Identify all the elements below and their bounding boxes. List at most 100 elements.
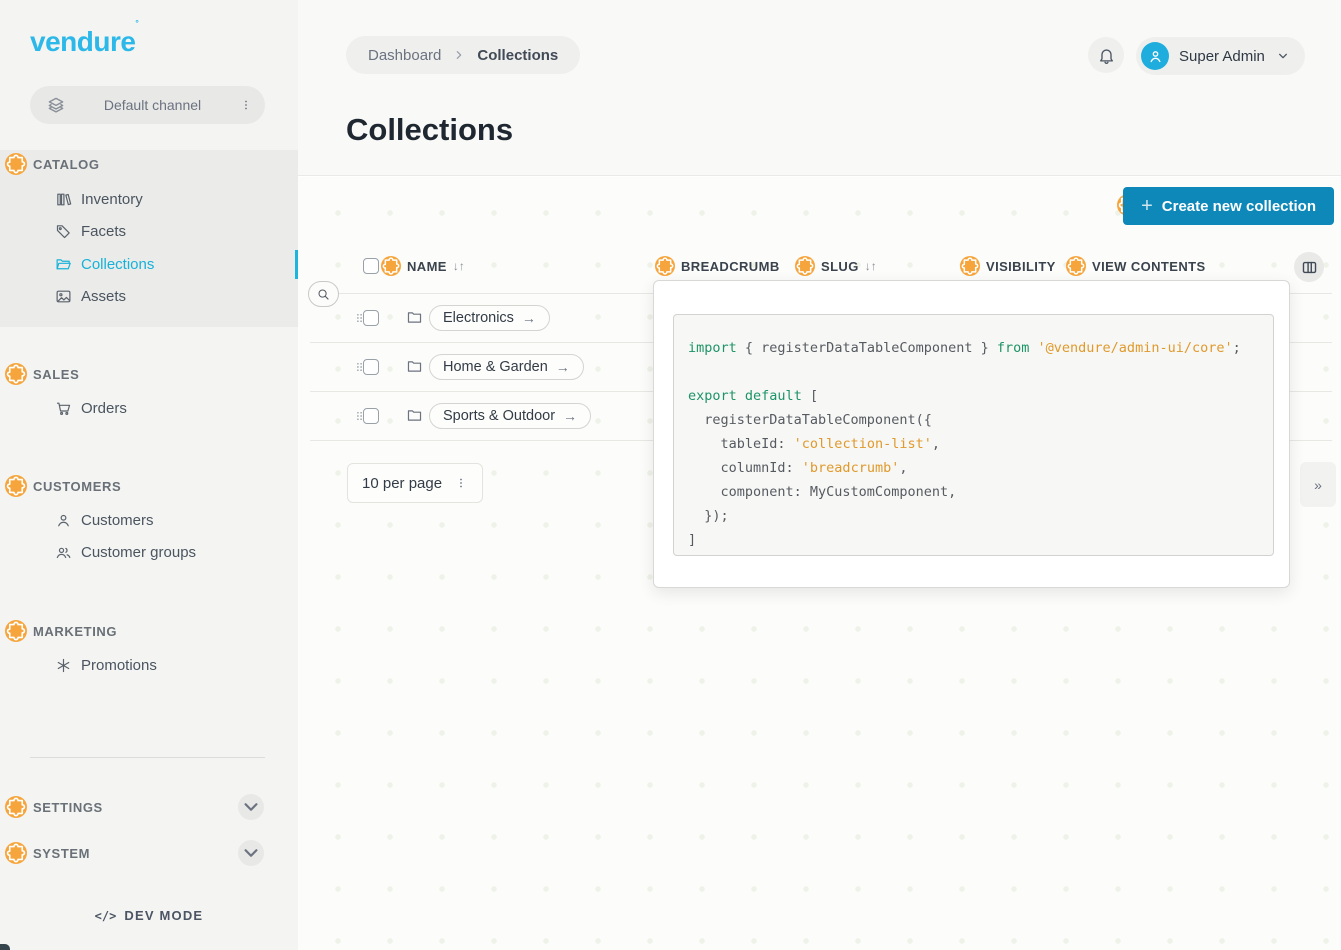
sidebar-section-marketing: MARKETING bbox=[0, 619, 298, 643]
items-per-page-select[interactable]: 10 per page bbox=[347, 463, 483, 503]
expand-section-button[interactable] bbox=[238, 840, 264, 866]
books-icon bbox=[55, 191, 72, 208]
dev-badge-icon[interactable] bbox=[5, 153, 27, 175]
column-label: VIEW CONTENTS bbox=[1092, 259, 1206, 274]
vendure-logo[interactable]: vendure˚ bbox=[30, 26, 139, 58]
section-label: CUSTOMERS bbox=[33, 479, 121, 494]
folder-icon bbox=[406, 358, 423, 375]
sidebar-item-facets[interactable]: Facets bbox=[0, 217, 298, 245]
user-name: Super Admin bbox=[1179, 48, 1265, 65]
chevron-down-icon bbox=[1275, 48, 1291, 64]
sort-icon[interactable]: ↓↑ bbox=[865, 259, 877, 273]
plus-icon: + bbox=[1141, 196, 1153, 216]
kebab-icon[interactable] bbox=[239, 96, 253, 114]
sidebar-item-customer-groups[interactable]: Customer groups bbox=[0, 538, 298, 566]
sidebar-item-label: Collections bbox=[81, 256, 154, 273]
user-menu[interactable]: Super Admin bbox=[1136, 37, 1305, 75]
asterisk-icon bbox=[55, 657, 72, 674]
column-settings-button[interactable] bbox=[1294, 252, 1324, 282]
column-header-slug: SLUG ↓↑ bbox=[795, 253, 877, 279]
channel-selector[interactable]: Default channel bbox=[30, 86, 265, 124]
breadcrumb-dashboard[interactable]: Dashboard bbox=[368, 47, 441, 64]
sidebar-item-assets[interactable]: Assets bbox=[0, 282, 298, 310]
sidebar-item-label: Facets bbox=[81, 223, 126, 240]
code-line bbox=[688, 360, 1273, 384]
search-icon bbox=[316, 287, 331, 302]
dev-badge-icon[interactable] bbox=[5, 475, 27, 497]
arrow-right-icon: → bbox=[556, 359, 570, 375]
dev-badge-icon[interactable] bbox=[5, 796, 27, 818]
kebab-icon bbox=[454, 474, 468, 492]
bell-icon bbox=[1097, 46, 1116, 65]
sidebar-item-orders[interactable]: Orders bbox=[0, 394, 298, 422]
code-line: tableId: 'collection-list', bbox=[688, 432, 1273, 456]
search-button[interactable] bbox=[308, 281, 339, 307]
main-area: Dashboard Collections Super Admin Collec… bbox=[298, 0, 1341, 950]
dev-badge-icon[interactable] bbox=[5, 620, 27, 642]
code-line: component: MyCustomComponent, bbox=[688, 480, 1273, 504]
sidebar-item-inventory[interactable]: Inventory bbox=[0, 185, 298, 213]
dev-badge-icon[interactable] bbox=[795, 256, 815, 276]
select-all-checkbox[interactable] bbox=[363, 258, 379, 274]
sidebar-section-catalog: CATALOG bbox=[0, 152, 298, 176]
section-label: SYSTEM bbox=[33, 846, 238, 861]
column-label[interactable]: NAME bbox=[407, 259, 447, 274]
dev-badge-icon[interactable] bbox=[5, 842, 27, 864]
column-header-visibility: VISIBILITY bbox=[960, 253, 1056, 279]
folder-open-icon bbox=[55, 256, 72, 273]
sidebar-item-customers[interactable]: Customers bbox=[0, 506, 298, 534]
user-icon bbox=[55, 512, 72, 529]
column-label: VISIBILITY bbox=[986, 259, 1056, 274]
column-header-breadcrumb: BREADCRUMB bbox=[655, 253, 780, 279]
sidebar-item-label: Assets bbox=[81, 288, 126, 305]
sidebar-divider bbox=[30, 757, 265, 758]
sidebar: vendure˚ Default channel CATALOG Inventor… bbox=[0, 0, 298, 950]
column-header-name: NAME ↓↑ bbox=[381, 253, 465, 279]
row-checkbox[interactable] bbox=[363, 359, 379, 375]
cart-icon bbox=[55, 400, 72, 417]
collection-chip-home-garden[interactable]: Home & Garden→ bbox=[429, 354, 584, 380]
section-label: CATALOG bbox=[33, 157, 100, 172]
collection-name: Electronics bbox=[443, 310, 514, 326]
avatar bbox=[1141, 42, 1169, 70]
next-page-button[interactable]: » bbox=[1300, 462, 1336, 507]
collection-chip-electronics[interactable]: Electronics→ bbox=[429, 305, 550, 331]
sidebar-section-settings: SETTINGS bbox=[0, 794, 298, 820]
sort-icon[interactable]: ↓↑ bbox=[453, 259, 465, 273]
dev-badge-icon[interactable] bbox=[655, 256, 675, 276]
tag-icon bbox=[55, 223, 72, 240]
code-line: }); bbox=[688, 504, 1273, 528]
notifications-button[interactable] bbox=[1088, 37, 1124, 73]
image-icon bbox=[55, 288, 72, 305]
dev-mode-toggle[interactable]: </> DEV MODE bbox=[0, 908, 298, 923]
dev-badge-icon[interactable] bbox=[1066, 256, 1086, 276]
section-label: SETTINGS bbox=[33, 800, 238, 815]
row-checkbox[interactable] bbox=[363, 310, 379, 326]
page-title: Collections bbox=[346, 112, 513, 148]
row-checkbox[interactable] bbox=[363, 408, 379, 424]
column-header-view-contents: VIEW CONTENTS bbox=[1066, 253, 1206, 279]
dev-badge-icon[interactable] bbox=[381, 256, 401, 276]
create-new-collection-button[interactable]: + Create new collection bbox=[1123, 187, 1334, 225]
collection-name: Sports & Outdoor bbox=[443, 408, 555, 424]
layers-icon bbox=[46, 95, 66, 115]
folder-icon bbox=[406, 309, 423, 326]
code-line: columnId: 'breadcrumb', bbox=[688, 456, 1273, 480]
code-line: export default [ bbox=[688, 384, 1273, 408]
folder-icon bbox=[406, 407, 423, 424]
dev-badge-icon[interactable] bbox=[5, 363, 27, 385]
sidebar-item-promotions[interactable]: Promotions bbox=[0, 651, 298, 679]
section-label: MARKETING bbox=[33, 624, 117, 639]
arrow-right-icon: → bbox=[563, 408, 577, 424]
code-line: import { registerDataTableComponent } fr… bbox=[688, 336, 1273, 360]
bottom-corner-widget bbox=[0, 944, 10, 950]
column-label[interactable]: SLUG bbox=[821, 259, 859, 274]
collection-chip-sports-outdoor[interactable]: Sports & Outdoor → bbox=[429, 403, 591, 429]
dev-mode-label: DEV MODE bbox=[124, 908, 203, 923]
dev-badge-icon[interactable] bbox=[960, 256, 980, 276]
breadcrumb: Dashboard Collections bbox=[346, 36, 580, 74]
sidebar-section-sales: SALES bbox=[0, 362, 298, 386]
expand-section-button[interactable] bbox=[238, 794, 264, 820]
sidebar-item-collections[interactable]: Collections bbox=[0, 250, 298, 278]
sidebar-item-label: Orders bbox=[81, 400, 127, 417]
